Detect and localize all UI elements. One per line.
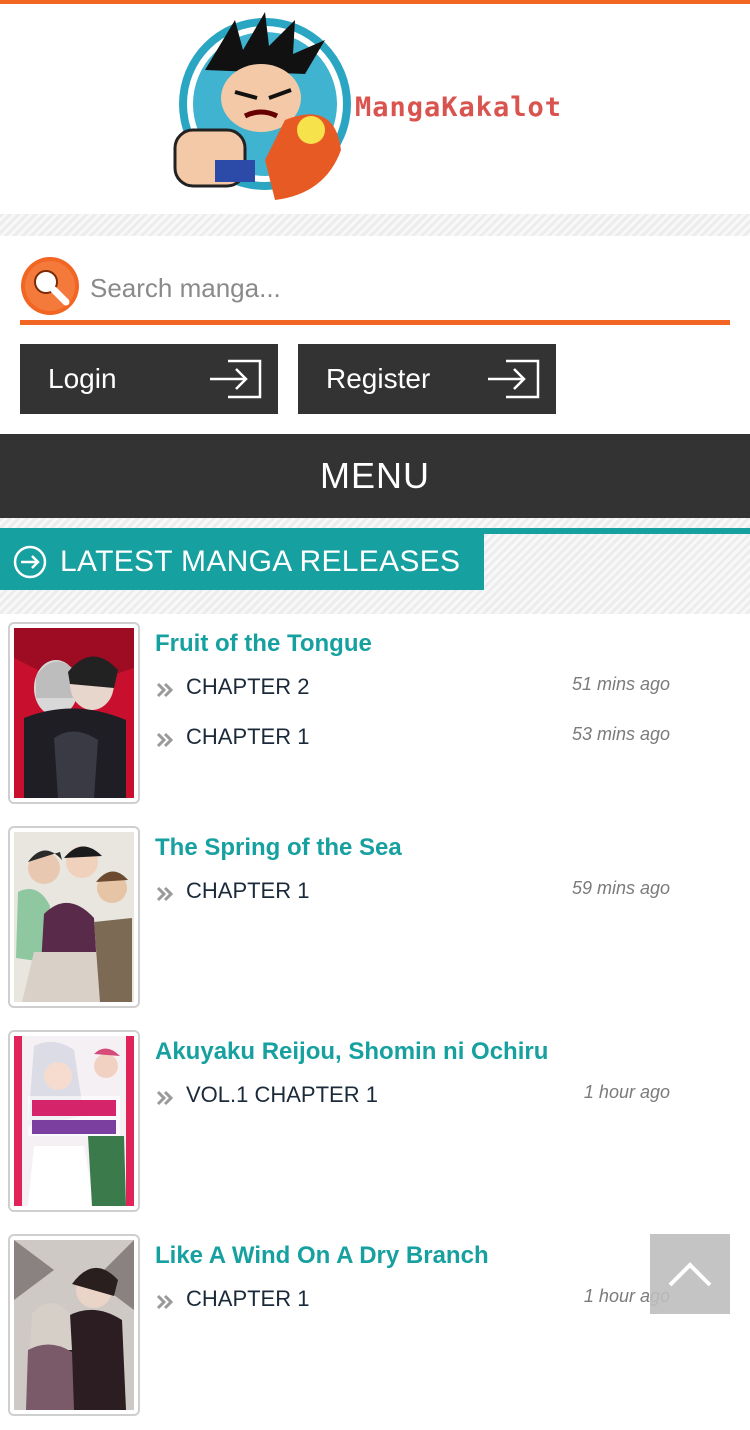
- cover-image: [14, 1036, 134, 1206]
- hatch-divider: [0, 214, 750, 236]
- chapter-name: CHAPTER 1: [186, 1286, 310, 1311]
- enter-icon: [488, 359, 540, 399]
- cover-image: [14, 1240, 134, 1410]
- list-item: Akuyaku Reijou, Shomin ni Ochiru VOL.1 C…: [0, 1022, 750, 1226]
- register-button[interactable]: Register: [298, 344, 556, 414]
- manga-cover[interactable]: [8, 1030, 140, 1212]
- manga-cover[interactable]: [8, 622, 140, 804]
- section-header: LATEST MANGA RELEASES: [0, 518, 750, 614]
- menu-button[interactable]: MENU: [0, 434, 750, 518]
- search-input[interactable]: [90, 266, 710, 310]
- manga-title[interactable]: Fruit of the Tongue: [155, 630, 372, 658]
- manga-title[interactable]: Akuyaku Reijou, Shomin ni Ochiru: [155, 1038, 548, 1066]
- chapter-name: VOL.1 CHAPTER 1: [186, 1082, 378, 1107]
- chapter-link[interactable]: CHAPTER 1 53 mins ago: [156, 724, 670, 754]
- chevron-up-icon: [668, 1262, 712, 1287]
- login-button[interactable]: Login: [20, 344, 278, 414]
- list-item: Like A Wind On A Dry Branch CHAPTER 1 1 …: [0, 1226, 750, 1430]
- arrow-right-circle-icon: [13, 545, 47, 579]
- site-logo[interactable]: MangaKakalot: [165, 8, 595, 208]
- site-header: MangaKakalot: [0, 4, 750, 214]
- list-item: The Spring of the Sea CHAPTER 1 59 mins …: [0, 818, 750, 1022]
- register-label: Register: [326, 363, 431, 394]
- release-list: Fruit of the Tongue CHAPTER 2 51 mins ag…: [0, 614, 750, 1430]
- double-chevron-icon: [156, 732, 174, 748]
- chapter-name: CHAPTER 1: [186, 724, 310, 749]
- section-title-box: LATEST MANGA RELEASES: [0, 534, 484, 590]
- search-icon[interactable]: [20, 256, 80, 316]
- manga-title[interactable]: Like A Wind On A Dry Branch: [155, 1242, 489, 1270]
- double-chevron-icon: [156, 682, 174, 698]
- manga-cover[interactable]: [8, 826, 140, 1008]
- manga-cover[interactable]: [8, 1234, 140, 1416]
- enter-icon: [210, 359, 262, 399]
- chapter-time: 51 mins ago: [571, 674, 670, 694]
- list-item: Fruit of the Tongue CHAPTER 2 51 mins ag…: [0, 614, 750, 818]
- chapter-link[interactable]: CHAPTER 2 51 mins ago: [156, 674, 670, 704]
- logo-text: MangaKakalot: [355, 92, 563, 123]
- chapter-time: 53 mins ago: [571, 724, 670, 744]
- search-bar: [0, 236, 750, 336]
- manga-title[interactable]: The Spring of the Sea: [155, 834, 402, 862]
- goku-fist-logo-icon: [173, 12, 351, 200]
- chapter-time: 1 hour ago: [583, 1082, 670, 1102]
- chapter-link[interactable]: CHAPTER 1 1 hour ago: [156, 1286, 670, 1316]
- chapter-time: 59 mins ago: [571, 878, 670, 898]
- chapter-name: CHAPTER 1: [186, 878, 310, 903]
- chapter-link[interactable]: VOL.1 CHAPTER 1 1 hour ago: [156, 1082, 670, 1112]
- double-chevron-icon: [156, 886, 174, 902]
- search-underline: [20, 320, 730, 325]
- chapter-name: CHAPTER 2: [186, 674, 310, 699]
- menu-label: MENU: [320, 455, 430, 496]
- chapter-link[interactable]: CHAPTER 1 59 mins ago: [156, 878, 670, 908]
- double-chevron-icon: [156, 1294, 174, 1310]
- login-label: Login: [48, 363, 117, 394]
- back-to-top-button[interactable]: [650, 1234, 730, 1314]
- double-chevron-icon: [156, 1090, 174, 1106]
- cover-image: [14, 832, 134, 1002]
- section-title: LATEST MANGA RELEASES: [60, 545, 461, 578]
- cover-image: [14, 628, 134, 798]
